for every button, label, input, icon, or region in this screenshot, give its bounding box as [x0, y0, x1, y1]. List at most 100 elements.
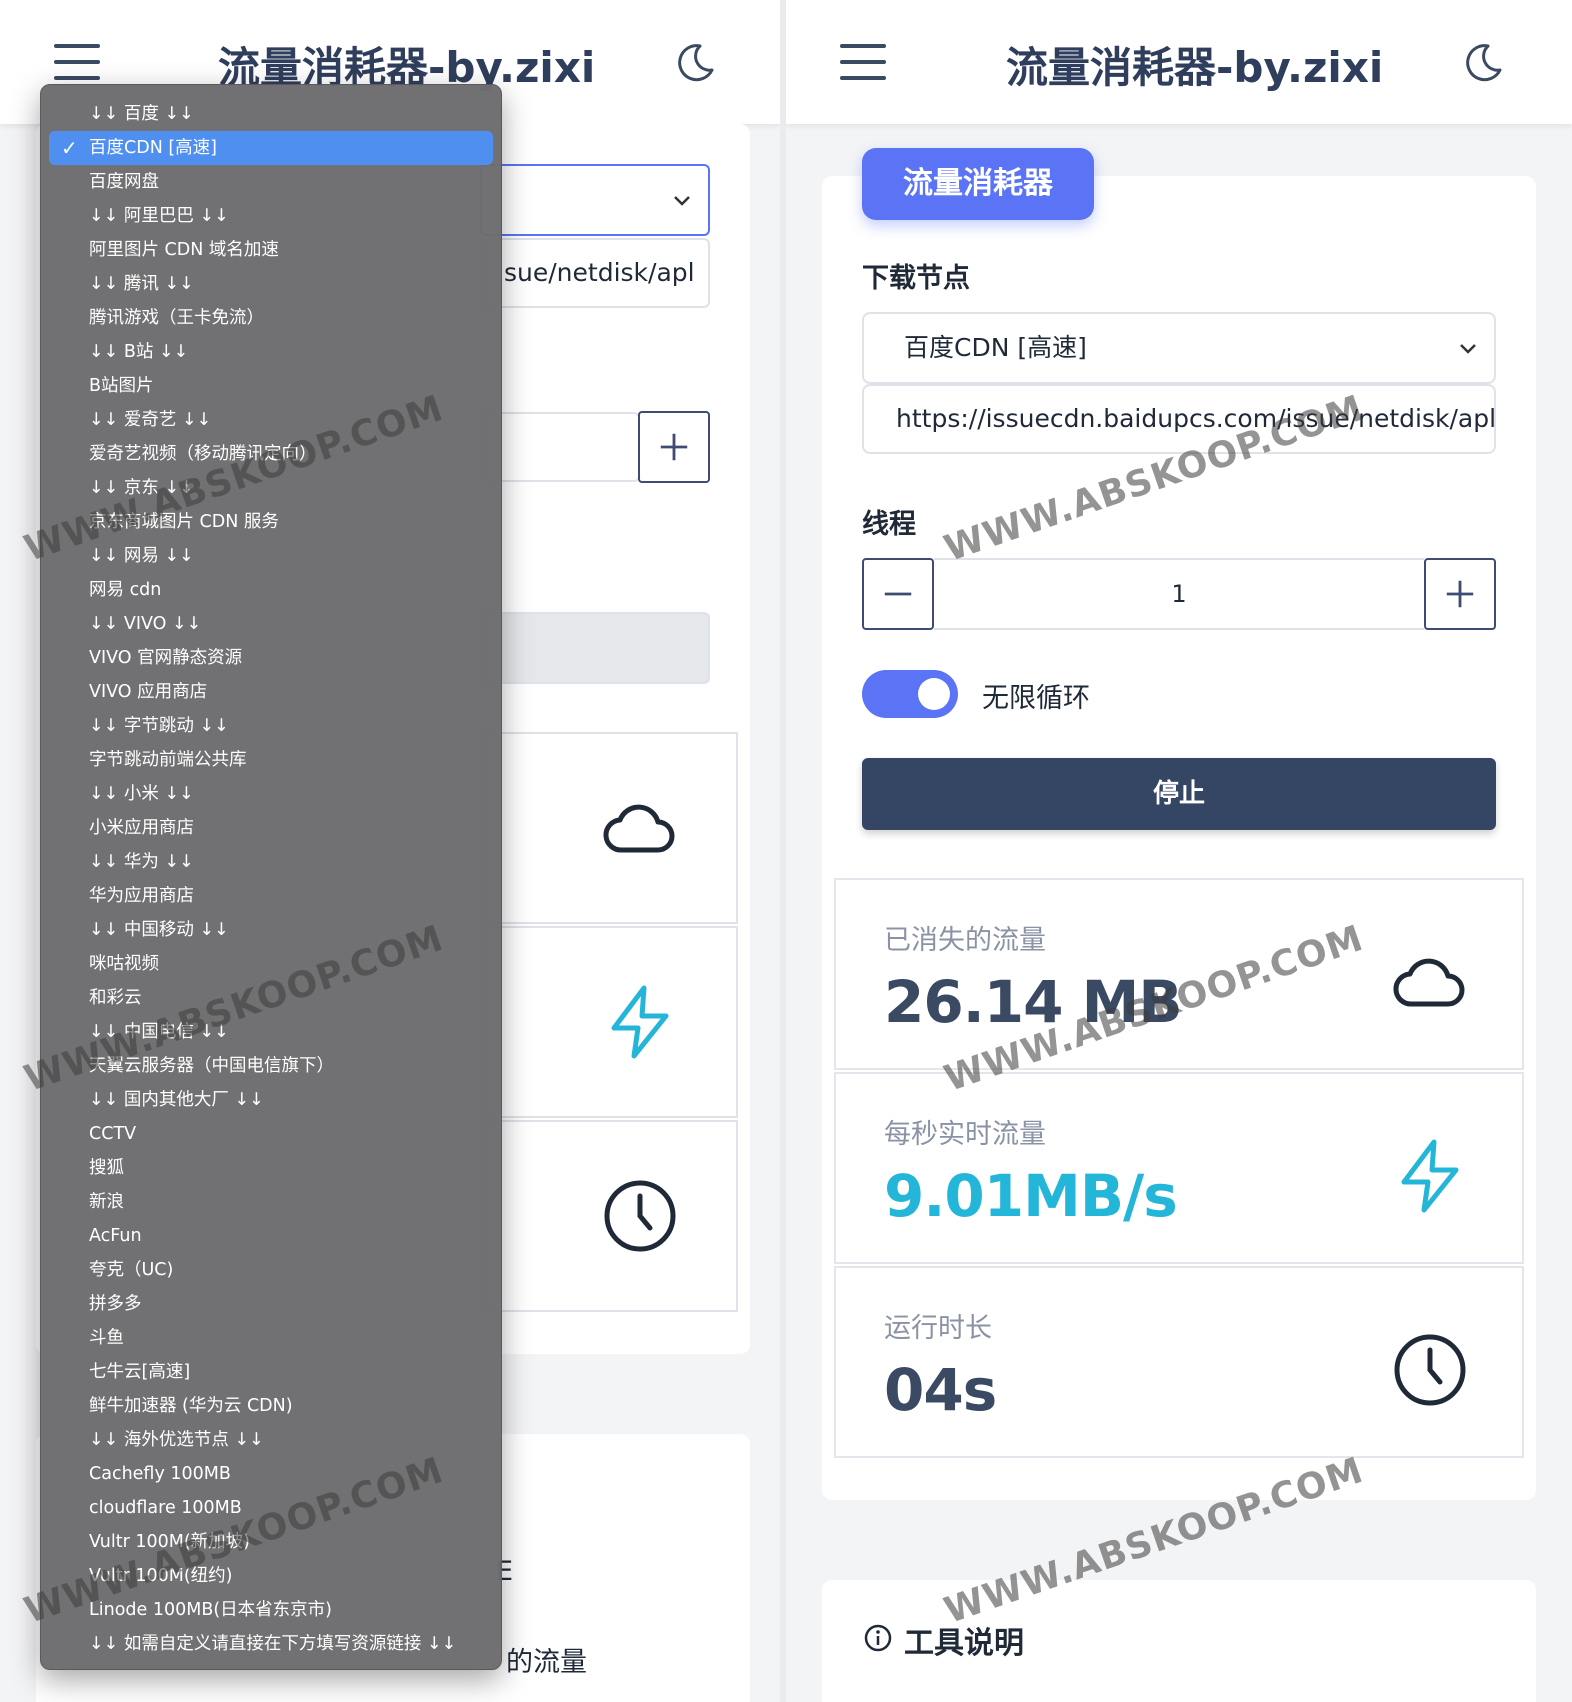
- info-icon: [864, 1624, 892, 1652]
- moon-icon[interactable]: [674, 40, 718, 84]
- dropdown-option[interactable]: 天翼云服务器（中国电信旗下）: [41, 1049, 501, 1083]
- dropdown-option[interactable]: Cachefly 100MB: [41, 1457, 501, 1491]
- node-label: 下载节点: [862, 263, 970, 294]
- dropdown-option[interactable]: 和彩云: [41, 981, 501, 1015]
- dropdown-option-label: Linode 100MB(日本省东京市): [89, 1600, 333, 1620]
- dropdown-option[interactable]: ↓↓ 爱奇艺 ↓↓: [41, 403, 501, 437]
- checkmark-icon: ✓: [61, 136, 78, 160]
- dropdown-option-label: ↓↓ 阿里巴巴 ↓↓: [89, 206, 229, 226]
- dropdown-option-label: ↓↓ 海外优选节点 ↓↓: [89, 1430, 264, 1450]
- dropdown-option[interactable]: 腾讯游戏（王卡免流）: [41, 301, 501, 335]
- dropdown-option-label: ↓↓ 爱奇艺 ↓↓: [89, 410, 212, 430]
- dropdown-option[interactable]: ↓↓ 中国电信 ↓↓: [41, 1015, 501, 1049]
- dropdown-option[interactable]: B站图片: [41, 369, 501, 403]
- dropdown-option[interactable]: ↓↓ 网易 ↓↓: [41, 539, 501, 573]
- thread-plus-button[interactable]: [1424, 558, 1496, 630]
- dropdown-option[interactable]: ↓↓ 国内其他大厂 ↓↓: [41, 1083, 501, 1117]
- dropdown-option-label: 和彩云: [89, 988, 142, 1008]
- dropdown-option-label: ↓↓ 如需自定义请直接在下方填写资源链接 ↓↓: [89, 1634, 457, 1654]
- dropdown-option-label: 斗鱼: [89, 1328, 124, 1348]
- dropdown-option[interactable]: 鲜牛加速器 (华为云 CDN): [41, 1389, 501, 1423]
- resource-url-input[interactable]: https://issuecdn.baidupcs.com/issue/netd…: [862, 384, 1496, 454]
- stat-runtime: 运行时长 04s: [834, 1266, 1524, 1458]
- dropdown-option[interactable]: VIVO 官网静态资源: [41, 641, 501, 675]
- stat-speed-value: 9.01MB/s: [884, 1162, 1178, 1230]
- dropdown-option[interactable]: ↓↓ 小米 ↓↓: [41, 777, 501, 811]
- dropdown-option[interactable]: ↓↓ 如需自定义请直接在下方填写资源链接 ↓↓: [41, 1627, 501, 1661]
- dropdown-option[interactable]: 七牛云[高速]: [41, 1355, 501, 1389]
- stat-consumed-label: 已消失的流量: [884, 925, 1046, 956]
- dropdown-option-label: 京东商城图片 CDN 服务: [89, 512, 279, 532]
- stop-button[interactable]: 停止: [862, 758, 1496, 830]
- dropdown-option[interactable]: 夸克（UC): [41, 1253, 501, 1287]
- dropdown-option[interactable]: 字节跳动前端公共库: [41, 743, 501, 777]
- thread-plus-button-bg[interactable]: [638, 411, 710, 483]
- dropdown-option-label: ↓↓ 华为 ↓↓: [89, 852, 194, 872]
- info-title: 工具说明: [904, 1626, 1024, 1661]
- dropdown-option[interactable]: ↓↓ VIVO ↓↓: [41, 607, 501, 641]
- dropdown-option[interactable]: 搜狐: [41, 1151, 501, 1185]
- chevron-down-icon: [1460, 344, 1476, 354]
- dropdown-option[interactable]: AcFun: [41, 1219, 501, 1253]
- stat-consumed-value: 26.14 MB: [884, 968, 1183, 1036]
- stat-speed: 每秒实时流量 9.01MB/s: [834, 1072, 1524, 1264]
- stat-card-fragment-3: [480, 1120, 738, 1312]
- dropdown-option-label: ↓↓ 国内其他大厂 ↓↓: [89, 1090, 264, 1110]
- dropdown-option[interactable]: ↓↓ 字节跳动 ↓↓: [41, 709, 501, 743]
- dropdown-option[interactable]: 京东商城图片 CDN 服务: [41, 505, 501, 539]
- dropdown-option-label: 小米应用商店: [89, 818, 194, 838]
- dropdown-option-label: 字节跳动前端公共库: [89, 750, 247, 770]
- dropdown-option-label: 华为应用商店: [89, 886, 194, 906]
- dropdown-option-label: 阿里图片 CDN 域名加速: [89, 240, 279, 260]
- stop-button-fragment[interactable]: [480, 612, 710, 684]
- dropdown-option[interactable]: 斗鱼: [41, 1321, 501, 1355]
- dropdown-option-label: Vultr 100M(新加坡): [89, 1532, 251, 1552]
- dropdown-option[interactable]: ↓↓ B站 ↓↓: [41, 335, 501, 369]
- hamburger-menu-icon[interactable]: [54, 44, 100, 80]
- node-dropdown-list[interactable]: ↓↓ 百度 ↓↓ ✓ 百度CDN [高速] 百度网盘 ↓↓ 阿里巴巴 ↓↓ 阿里图片 CD…: [40, 84, 502, 1670]
- dropdown-option[interactable]: ↓↓ 京东 ↓↓: [41, 471, 501, 505]
- stat-card-fragment-1: [480, 732, 738, 924]
- dropdown-option-label: ↓↓ B站 ↓↓: [89, 342, 189, 362]
- dropdown-option[interactable]: ↓↓ 海外优选节点 ↓↓: [41, 1423, 501, 1457]
- node-select-fragment[interactable]: [480, 164, 710, 236]
- dropdown-option-label: ↓↓ 中国电信 ↓↓: [89, 1022, 229, 1042]
- plus-icon: [1446, 580, 1474, 608]
- plus-icon: [660, 433, 688, 461]
- dropdown-option[interactable]: ↓↓ 百度 ↓↓: [41, 97, 501, 131]
- moon-icon[interactable]: [1462, 40, 1506, 84]
- dropdown-option[interactable]: 爱奇艺视频（移动腾讯定向）: [41, 437, 501, 471]
- hamburger-menu-icon[interactable]: [840, 44, 886, 80]
- dropdown-option[interactable]: 阿里图片 CDN 域名加速: [41, 233, 501, 267]
- node-select[interactable]: 百度CDN [高速]: [862, 312, 1496, 384]
- dropdown-option[interactable]: 网易 cdn: [41, 573, 501, 607]
- dropdown-option[interactable]: ✓ 百度CDN [高速]: [49, 131, 493, 165]
- url-input-fragment[interactable]: sue/netdisk/apl: [480, 238, 710, 308]
- minus-icon: [884, 592, 912, 596]
- dropdown-option[interactable]: ↓↓ 阿里巴巴 ↓↓: [41, 199, 501, 233]
- dropdown-option[interactable]: 咪咕视频: [41, 947, 501, 981]
- thread-count-input[interactable]: 1: [934, 558, 1424, 630]
- thread-minus-button[interactable]: [862, 558, 934, 630]
- dropdown-option[interactable]: 百度网盘: [41, 165, 501, 199]
- dropdown-option-label: 拼多多: [89, 1294, 142, 1314]
- dropdown-option[interactable]: cloudflare 100MB: [41, 1491, 501, 1525]
- dropdown-option[interactable]: 华为应用商店: [41, 879, 501, 913]
- dropdown-option[interactable]: 小米应用商店: [41, 811, 501, 845]
- dropdown-option-label: CCTV: [89, 1124, 137, 1144]
- dropdown-option-label: 七牛云[高速]: [89, 1362, 191, 1382]
- dropdown-option[interactable]: Vultr 100M(新加坡): [41, 1525, 501, 1559]
- infinite-loop-toggle[interactable]: [862, 670, 958, 718]
- dropdown-option[interactable]: CCTV: [41, 1117, 501, 1151]
- dropdown-option[interactable]: ↓↓ 华为 ↓↓: [41, 845, 501, 879]
- dropdown-option[interactable]: ↓↓ 中国移动 ↓↓: [41, 913, 501, 947]
- dropdown-option[interactable]: 新浪: [41, 1185, 501, 1219]
- dropdown-option[interactable]: 拼多多: [41, 1287, 501, 1321]
- dropdown-option[interactable]: VIVO 应用商店: [41, 675, 501, 709]
- dropdown-option[interactable]: Vultr 100M(纽约): [41, 1559, 501, 1593]
- dropdown-option-label: 天翼云服务器（中国电信旗下）: [89, 1056, 334, 1076]
- thread-value-fragment: [480, 412, 640, 482]
- dropdown-option-label: ↓↓ VIVO ↓↓: [89, 614, 202, 634]
- dropdown-option[interactable]: ↓↓ 腾讯 ↓↓: [41, 267, 501, 301]
- dropdown-option[interactable]: Linode 100MB(日本省东京市): [41, 1593, 501, 1627]
